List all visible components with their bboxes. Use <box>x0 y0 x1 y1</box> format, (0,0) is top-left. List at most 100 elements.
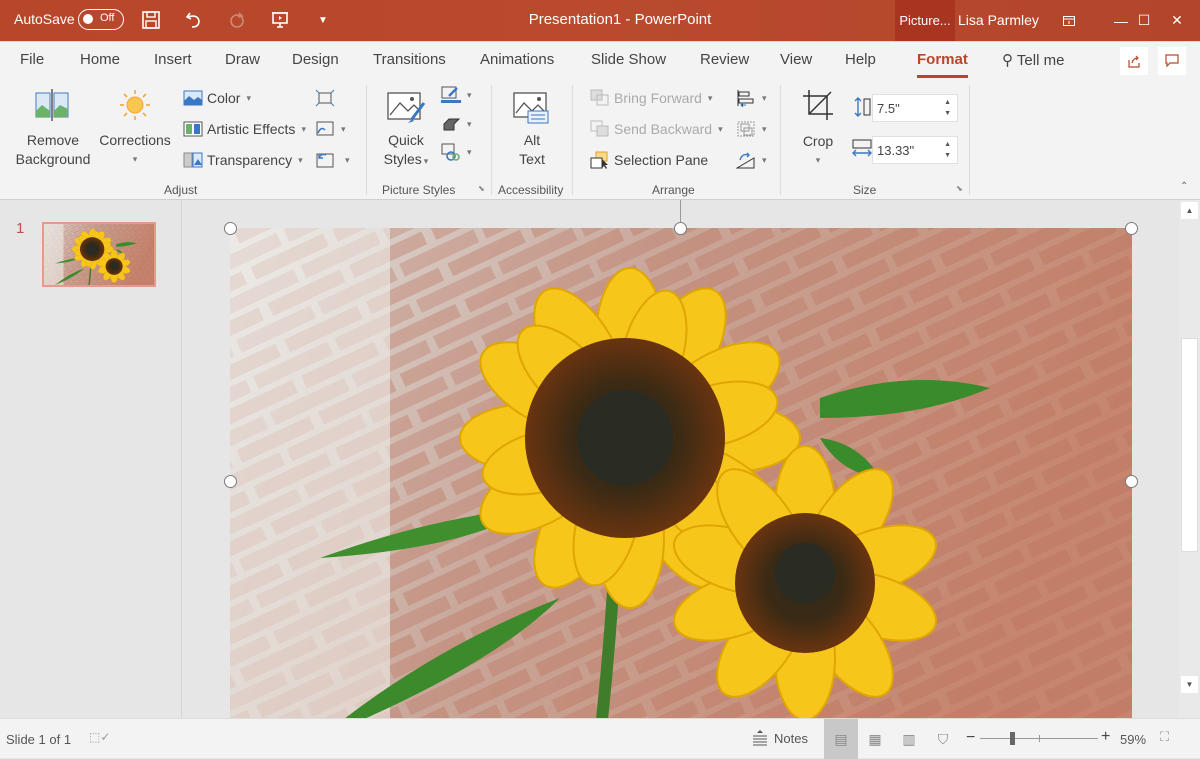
fit-to-window-button[interactable]: ⛶ <box>1160 729 1169 745</box>
tell-me-label: Tell me <box>1016 52 1065 69</box>
reading-view-button[interactable]: ▥ <box>892 719 926 759</box>
group-objects-button[interactable]: ▾ <box>736 120 767 138</box>
artistic-effects-button[interactable]: Artistic Effects ▾ <box>183 120 306 138</box>
crop-icon <box>801 88 835 129</box>
transparency-icon <box>183 152 203 168</box>
shape-height-value: 7.5" <box>877 101 900 116</box>
tab-format[interactable]: Format <box>917 51 968 78</box>
picture-styles-dialog-launcher[interactable]: ⬊ <box>478 184 485 193</box>
remove-background-button[interactable]: Remove Background <box>12 131 94 169</box>
notes-button[interactable]: Notes <box>752 729 808 747</box>
shape-height-input[interactable]: 7.5" ▲ ▼ <box>872 94 958 122</box>
tab-animations[interactable]: Animations <box>480 51 554 68</box>
tab-review[interactable]: Review <box>700 51 749 68</box>
resize-handle-top-left[interactable] <box>224 222 237 235</box>
reset-picture-icon <box>316 153 334 168</box>
tab-file[interactable]: File <box>20 51 44 68</box>
zoom-level[interactable]: 59% <box>1120 732 1146 747</box>
tab-insert[interactable]: Insert <box>154 51 192 68</box>
alt-text-button[interactable]: Alt Text <box>505 131 559 169</box>
scroll-up-button[interactable]: ▲ <box>1181 202 1198 219</box>
slide-count: Slide 1 of 1 <box>6 732 72 747</box>
tab-help[interactable]: Help <box>845 51 876 68</box>
corrections-button[interactable]: Corrections ▾ <box>96 131 174 169</box>
artistic-effects-label: Artistic Effects <box>207 121 296 137</box>
tell-me-search[interactable]: ⚲ Tell me <box>1002 51 1064 69</box>
tab-transitions[interactable]: Transitions <box>373 51 446 68</box>
picture-effects-button[interactable]: ▾ <box>441 115 472 133</box>
group-label-adjust: Adjust <box>164 183 198 197</box>
alt-text-label-1: Alt <box>523 132 541 148</box>
group-separator <box>969 85 970 195</box>
tab-slide-show[interactable]: Slide Show <box>591 51 666 68</box>
user-name[interactable]: Lisa Parmley <box>958 12 1039 28</box>
alt-text-icon <box>512 91 552 130</box>
reset-picture-button[interactable]: ▾ <box>315 151 350 169</box>
corrections-dropdown-icon: ▾ <box>132 154 138 164</box>
quick-styles-button[interactable]: Quick Styles ▾ <box>375 131 437 171</box>
group-separator <box>366 85 367 195</box>
transparency-button[interactable]: Transparency ▾ <box>183 151 303 169</box>
scroll-thumb[interactable] <box>1181 338 1198 552</box>
height-spin-up[interactable]: ▲ <box>944 98 951 107</box>
normal-view-button[interactable]: ▤ <box>824 719 858 759</box>
resize-handle-top[interactable] <box>674 222 687 235</box>
crop-button[interactable]: Crop ▾ <box>796 132 840 170</box>
color-button[interactable]: Color ▾ <box>183 89 251 107</box>
collapse-ribbon-button[interactable]: ⌃ <box>1180 181 1188 192</box>
picture-tools-context-tab[interactable]: Picture... <box>895 0 955 41</box>
vertical-scrollbar[interactable]: ▲ ▼ <box>1179 200 1200 718</box>
picture-layout-icon <box>441 143 460 161</box>
comments-button[interactable] <box>1158 47 1186 75</box>
zoom-out-button[interactable]: − <box>966 729 975 747</box>
change-picture-button[interactable]: ▾ <box>315 120 346 138</box>
tab-draw[interactable]: Draw <box>225 51 260 68</box>
tab-home[interactable]: Home <box>80 51 120 68</box>
tab-view[interactable]: View <box>780 51 812 68</box>
dropdown-icon: ▾ <box>762 92 767 103</box>
slideshow-view-button[interactable]: ⛉ <box>926 719 960 759</box>
slideshow-icon: ⛉ <box>937 730 949 747</box>
close-button[interactable]: ✕ <box>1154 0 1200 41</box>
quick-styles-label-2: Styles <box>383 151 422 167</box>
compress-pictures-button[interactable] <box>315 89 335 107</box>
send-backward-label: Send Backward <box>614 121 713 137</box>
slide-picture[interactable] <box>230 228 1132 718</box>
search-icon: ⚲ <box>1002 52 1013 69</box>
crop-dropdown-icon: ▾ <box>815 155 821 165</box>
tab-design[interactable]: Design <box>292 51 339 68</box>
dropdown-icon: ▾ <box>298 154 303 165</box>
ribbon-display-options-button[interactable] <box>1046 0 1092 41</box>
resize-handle-top-right[interactable] <box>1125 222 1138 235</box>
picture-border-button[interactable]: ▾ <box>441 86 472 104</box>
bring-forward-button[interactable]: Bring Forward ▾ <box>590 89 712 107</box>
title-bar: AutoSave Off ▼ Presentation1 - PowerPoin… <box>0 0 1200 41</box>
send-backward-button[interactable]: Send Backward ▾ <box>590 120 723 138</box>
height-icon <box>854 97 871 117</box>
spelling-check-icon[interactable]: ⬚✓ <box>89 730 110 744</box>
slide-number: 1 <box>16 220 25 237</box>
zoom-in-button[interactable]: + <box>1101 728 1110 746</box>
share-icon <box>1128 55 1140 68</box>
width-spin-down[interactable]: ▼ <box>944 151 951 160</box>
shape-width-input[interactable]: 13.33" ▲ ▼ <box>872 136 958 164</box>
slide-thumbnail[interactable] <box>42 222 156 287</box>
picture-layout-button[interactable]: ▾ <box>441 143 472 161</box>
scroll-down-button[interactable]: ▼ <box>1181 676 1198 693</box>
slide-thumbnails-pane: 1 <box>0 200 182 718</box>
selection-pane-button[interactable]: Selection Pane <box>590 151 708 169</box>
size-dialog-launcher[interactable]: ⬊ <box>956 184 963 193</box>
resize-handle-right[interactable] <box>1125 475 1138 488</box>
close-icon: ✕ <box>1171 12 1183 28</box>
height-spin-down[interactable]: ▼ <box>944 109 951 118</box>
zoom-slider-center-tick <box>1039 735 1040 742</box>
width-spin-up[interactable]: ▲ <box>944 140 951 149</box>
arrow-up-icon: ▲ <box>1185 206 1194 215</box>
rotate-button[interactable]: ▾ <box>736 151 767 169</box>
slide-sorter-view-button[interactable]: ▦ <box>858 719 892 759</box>
dropdown-icon: ▾ <box>467 89 472 100</box>
resize-handle-left[interactable] <box>224 475 237 488</box>
zoom-slider-thumb[interactable] <box>1009 732 1015 745</box>
share-button[interactable] <box>1120 47 1148 75</box>
align-button[interactable]: ▾ <box>736 89 767 107</box>
